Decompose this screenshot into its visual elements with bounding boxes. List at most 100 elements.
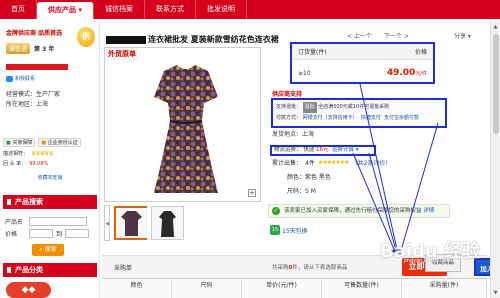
qty-header: 订货量(件) [298,49,327,56]
search-button[interactable]: ⌕ 搜索 [32,244,64,256]
service-badges: ■ 买家保障 ■ 企业身份认证 描述相符： ♛♛♛♛♛ 回 头 率： 99.08% … [3,135,97,181]
image-tag: 外贸原单 [105,48,139,60]
product-image-viewer[interactable]: 外贸原单 + [104,47,261,202]
product-pager: < 上一个 下一个 > [347,31,409,40]
return-rate-value: 99.08% [29,160,49,167]
price-min-input[interactable] [29,229,53,238]
nav-contact[interactable]: 联系方式 [145,0,196,19]
supplier-badge: 金牌供应商 品质首选 供 诚信通 第 3 年 和我联系 经营模式：生产厂家 所在… [3,25,97,135]
notice-details-link[interactable]: 详情 [423,208,434,214]
logistics-method: 快递 [303,147,315,153]
vip-medal-icon: 供 [77,27,95,47]
logistics-price: 16元 [316,147,329,153]
min-qty: ≥10 [298,70,311,77]
thumbnail-2[interactable] [151,206,184,240]
return-policy-icon: 15 [270,225,280,235]
shield-check-icon: ✓ [272,207,280,215]
payment-label: 付款方式： [276,115,302,121]
nav-credit[interactable]: 诚信档案 [94,0,145,19]
unit-price: 49.00元/件 [387,68,427,78]
thumbnail-image-icon [152,207,183,239]
buyer-protection-label: 买家保障 [12,140,33,146]
contact-link[interactable]: 和我联系 [6,75,97,82]
review-stars-icon: ★★★★★★★ [317,159,350,166]
col-size: 尺码 [172,279,242,298]
color-label: 颜色： [287,174,306,181]
payment-quick[interactable]: 快捷支付 [361,115,381,121]
price-unit: 元/件 [415,71,427,77]
price-table: 订货量(件) 价格 ≥10 49.00元/件 [290,42,435,84]
buyer-protection-badge[interactable]: ■ 买家保障 [3,138,36,147]
supplier-support-title: 供应商支持 [272,91,303,98]
left-sidebar: 金牌供应商 品质首选 供 诚信通 第 3 年 和我联系 经营模式：生产厂家 所在… [0,22,100,298]
search-icon: ⌕ [39,246,43,253]
contact-label: 和我联系 [15,76,36,82]
product-title: 连衣裙批发 夏装新款雪纺花色连衣裙 [106,34,279,45]
location: 所在地区：上海 [6,101,49,108]
color-values: 紫色 黑色 [305,174,331,181]
price-label: 价格 [5,231,18,238]
product-name-input[interactable] [29,217,87,226]
name-label: 产品名 [5,219,24,226]
sales-row: 累计出售： 4件 ★★★★★★★ （共2条评价） [272,158,391,167]
zoom-icon[interactable]: + [248,189,256,197]
order-label: 采购单 [114,265,133,272]
chat-icon [6,75,13,82]
next-link[interactable]: 下一个 > [384,31,409,40]
payment-alipay[interactable]: 支付宝余额付款 [384,115,419,121]
price-row: ≥10 49.00元/件 [292,60,433,86]
search-title: 产品搜索 [3,195,97,209]
sales-value: 4件 [305,160,315,167]
shipping-calc-link[interactable]: 运费计算 ▾ [332,147,359,153]
category-title: 产品分类 [3,263,97,277]
prev-link[interactable]: < 上一个 [347,31,372,40]
verify-badge[interactable]: ■ 企业身份认证 [38,138,81,147]
nav-home[interactable]: 首页 [0,0,37,19]
favorite-shop-link[interactable]: 收藏本旺铺 [3,174,97,181]
product-search-form: 产品名 价格 到 ⌕ 搜索 [3,210,97,260]
share-button[interactable]: 分享 ▾ [454,31,471,40]
category-banner[interactable]: ◆◆ [6,282,51,298]
order-count: 共采购0件，请从下表选取商品 [272,263,347,271]
sales-label: 累计出售： [272,160,303,167]
thumb-prev-arrow[interactable]: ◀ [104,205,110,241]
watermark-url: jingyan.baidu.com [404,258,451,264]
to-label: 到 [56,231,63,238]
size-values: S M [305,188,316,195]
membership-years: 第 3 年 [34,46,55,53]
price-header: 价格 [414,49,427,56]
search-button-label: 搜索 [44,246,57,253]
top-nav: 首页 供应产品 ▾ 诚信档案 联系方式 批发说明 [0,0,500,19]
scroll-down-icon[interactable]: ▼ [491,288,500,298]
scroll-up-icon[interactable]: ▲ [491,22,500,32]
thumbnail-strip: ◀ [104,205,261,241]
return-rate-label: 回 头 率： [3,161,27,167]
nav-wholesale[interactable]: 批发说明 [196,0,247,19]
nav-products[interactable]: 供应产品 ▾ [37,2,94,19]
thumbnail-1[interactable] [114,206,147,240]
col-price: 单价(元/件) [242,279,322,298]
mixed-batch-row: 支持混批： 混批 全店满500元或10件可混批采购 [276,102,442,113]
product-page: 首页 供应产品 ▾ 诚信档案 联系方式 批发说明 金牌供应商 品质首选 供 诚信… [0,0,500,298]
payment-bank[interactable]: 网银支付（支持信用卡） [303,115,358,121]
title-redacted [106,35,146,44]
support-box: 支持混批： 混批 全店满500元或10件可混批采购 付款方式： 网银支付（支持信… [271,98,447,128]
company-info: 经营模式：生产厂家 所在地区：上海 [6,90,97,110]
ship-value: 上海 [302,131,315,138]
rating-label: 描述相符： [3,151,29,157]
product-title-text: 连衣裙批发 夏装新款雪纺花色连衣裙 [148,35,279,44]
rating-crowns-icon: ♛♛♛♛♛ [31,150,54,157]
vertical-scrollbar[interactable]: ▲ ▼ [490,22,500,298]
reviews-link[interactable]: （共2条评价） [352,158,392,167]
scroll-thumb[interactable] [493,34,499,134]
thumbnail-image-icon [116,208,147,238]
mixed-batch-chip: 混批 [302,102,317,113]
id-card-icon: ■ [41,140,47,146]
price-max-input[interactable] [65,229,90,238]
mixed-batch-label: 支持混批： [276,104,302,110]
logistics-box: 物流运费： 快递 16元 运费计算 ▾ [270,145,376,156]
return-policy[interactable]: 15 15天包换 [270,225,308,235]
price-table-header: 订货量(件) 价格 [292,44,433,60]
verify-label: 企业身份认证 [47,140,78,146]
count-suffix: 件，请从下表选取商品 [292,265,348,271]
